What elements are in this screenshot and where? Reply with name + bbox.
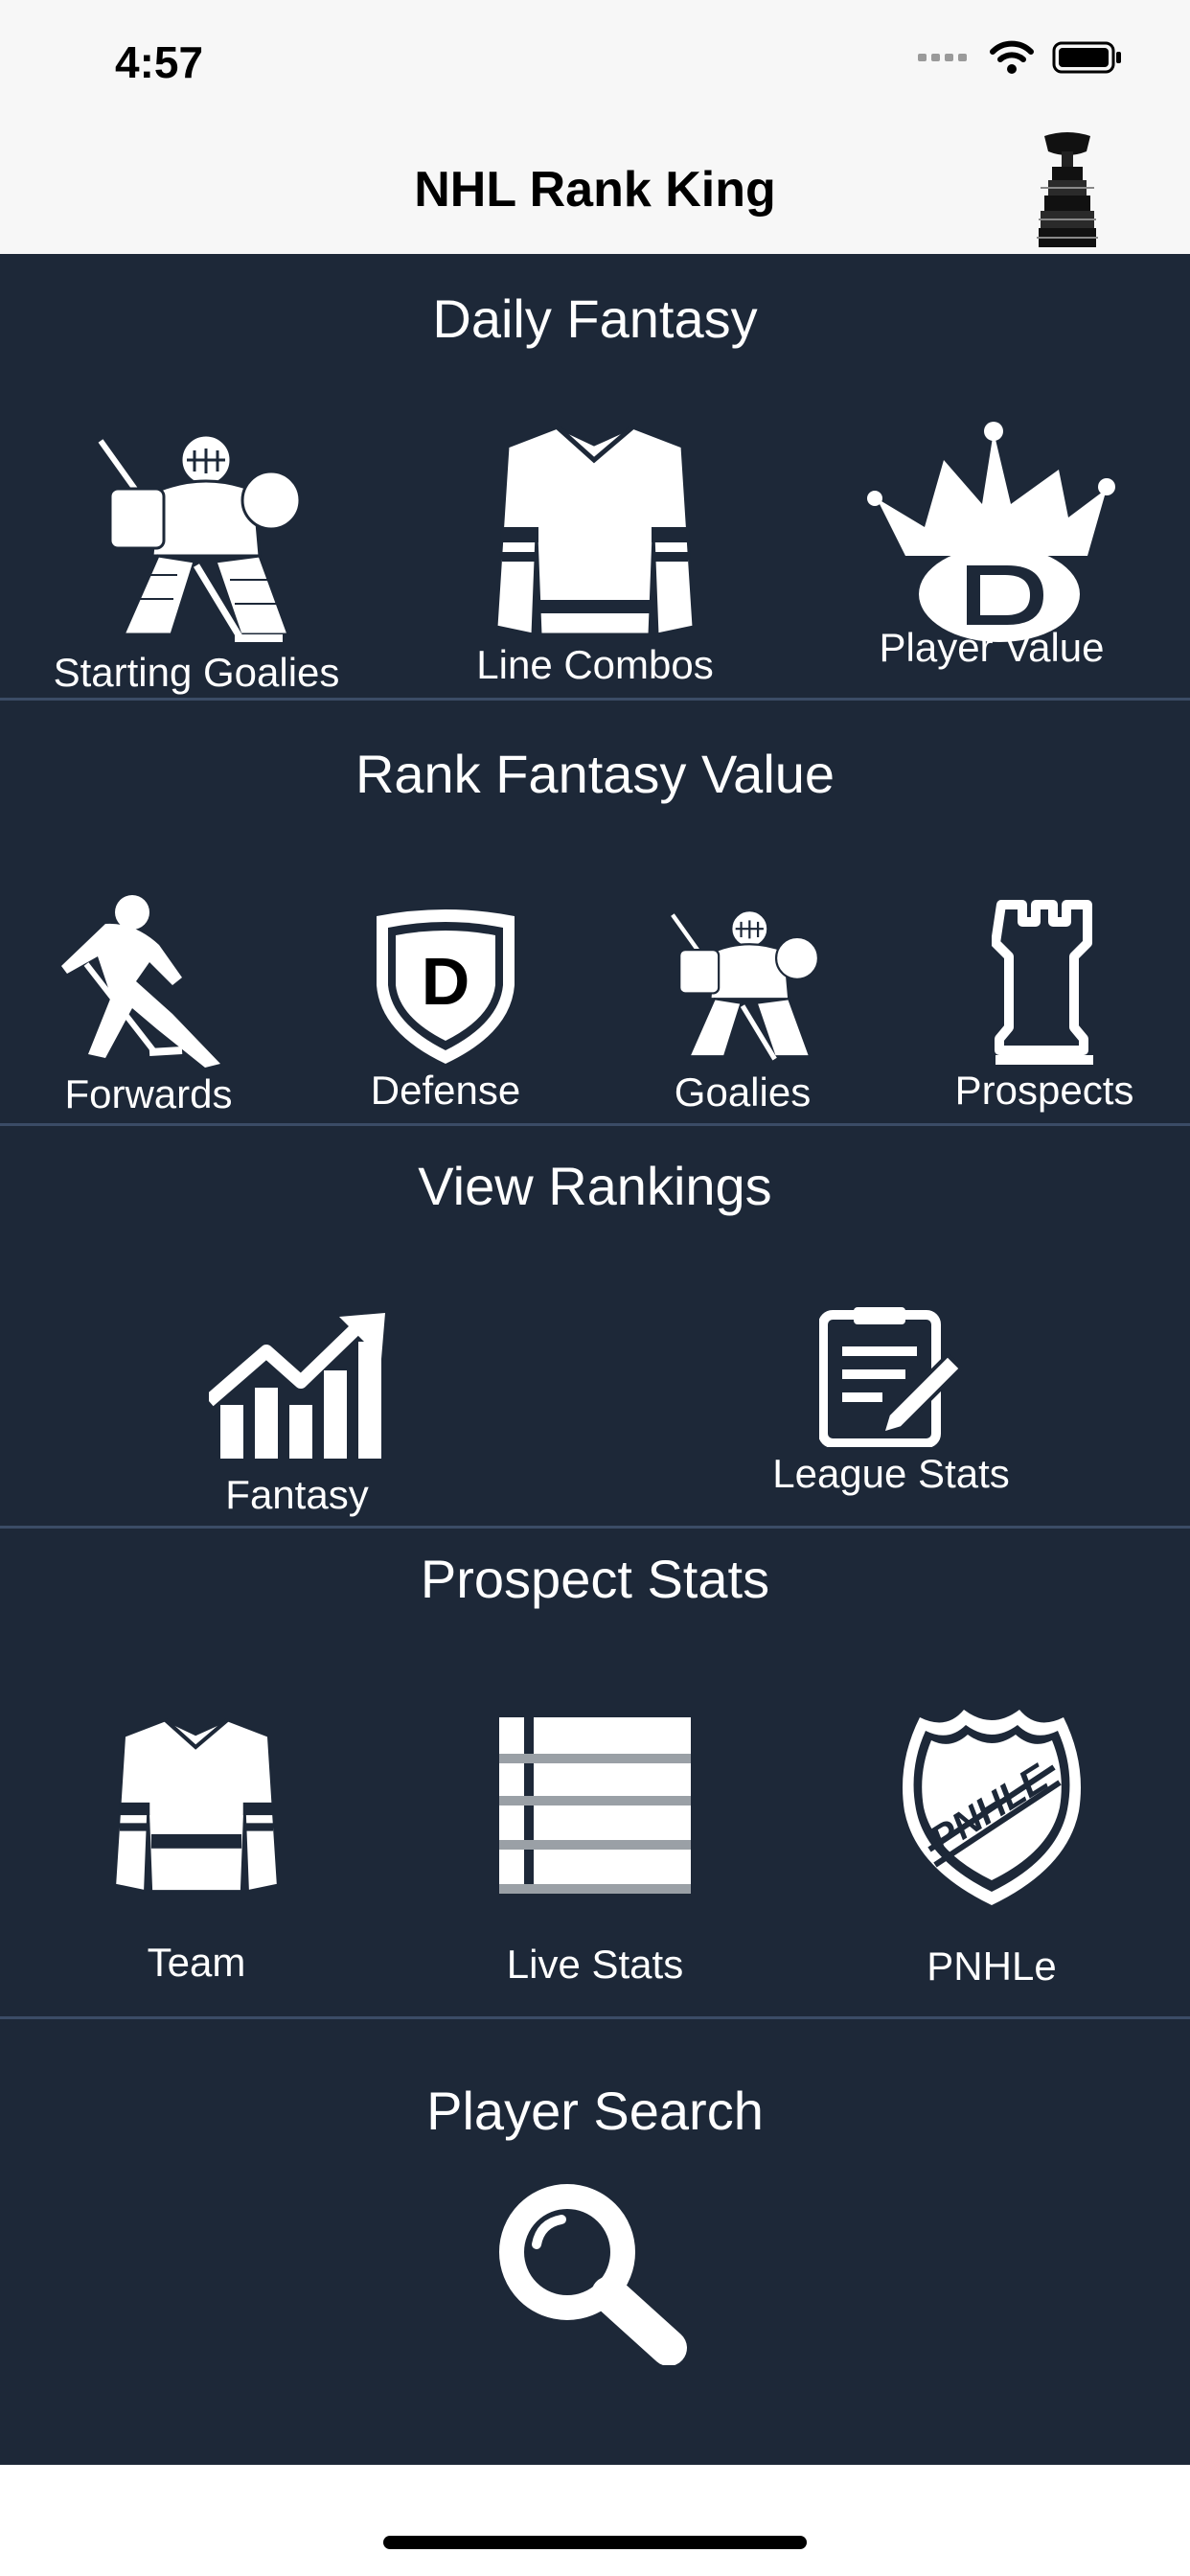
tile-league-stats[interactable]: League Stats xyxy=(738,1305,1044,1497)
skater-icon xyxy=(61,895,220,1068)
section-divider xyxy=(0,1123,1190,1126)
section-title-view-rankings: View Rankings xyxy=(418,1156,772,1216)
tile-label: Defense xyxy=(370,1068,521,1113)
signal-icon xyxy=(918,54,967,61)
section-title-player-search: Player Search xyxy=(426,2081,764,2141)
tile-label: Player Value xyxy=(879,625,1105,670)
player-search-button[interactable] xyxy=(498,2183,690,2365)
battery-icon xyxy=(1052,41,1121,74)
goalie-icon xyxy=(98,433,302,642)
section-title-daily-fantasy: Daily Fantasy xyxy=(432,288,758,349)
defense-badge-text: D xyxy=(422,944,470,1019)
tile-team[interactable]: Team xyxy=(48,1715,345,1986)
tile-label: Forwards xyxy=(64,1071,233,1116)
tile-label: Live Stats xyxy=(506,1942,684,1987)
tile-pnhle[interactable]: PNHLE PNHLe xyxy=(843,1706,1140,1990)
tile-label: Line Combos xyxy=(476,642,714,687)
wifi-icon xyxy=(990,40,1034,74)
chess-rook-icon xyxy=(992,900,1093,1065)
tile-starting-goalies[interactable]: Starting Goalies xyxy=(38,422,355,696)
section-divider xyxy=(0,1526,1190,1529)
section-divider xyxy=(0,698,1190,701)
tile-label: League Stats xyxy=(772,1451,1010,1496)
draftkings-crown-icon xyxy=(867,422,1115,642)
stanley-cup-icon[interactable] xyxy=(1031,130,1104,249)
section-divider xyxy=(0,2016,1190,2019)
list-icon xyxy=(499,1717,691,1894)
jersey-icon xyxy=(494,426,696,636)
tile-live-stats[interactable]: Live Stats xyxy=(446,1717,744,1988)
search-icon xyxy=(499,2184,687,2365)
section-title-rank-fantasy-value: Rank Fantasy Value xyxy=(355,744,835,804)
defense-shield-icon: D xyxy=(377,909,515,1064)
status-bar: 4:57 xyxy=(0,0,1190,125)
status-icons xyxy=(918,40,1123,75)
tile-forwards[interactable]: Forwards xyxy=(10,889,287,1117)
tile-defense[interactable]: D Defense xyxy=(326,908,565,1114)
home-area xyxy=(0,2465,1190,2576)
tile-label: Fantasy xyxy=(225,1472,369,1517)
tile-fantasy-rankings[interactable]: Fantasy xyxy=(153,1313,441,1518)
goalie-icon xyxy=(671,909,820,1061)
tile-label: Team xyxy=(147,1940,246,1985)
tile-prospects[interactable]: Prospects xyxy=(925,899,1164,1114)
section-title-prospect-stats: Prospect Stats xyxy=(420,1549,770,1609)
clipboard-edit-icon xyxy=(819,1307,963,1447)
home-indicator[interactable] xyxy=(383,2536,807,2549)
jersey-icon xyxy=(113,1718,280,1893)
pnhle-shield-icon: PNHLE xyxy=(903,1710,1081,1905)
tile-player-value[interactable]: Player Value xyxy=(843,422,1140,671)
tile-label: Prospects xyxy=(954,1068,1134,1113)
page-title: NHL Rank King xyxy=(414,162,776,218)
tile-goalies[interactable]: Goalies xyxy=(632,893,853,1116)
bar-chart-trend-icon xyxy=(209,1313,385,1459)
tile-label: Starting Goalies xyxy=(53,650,340,695)
tile-label: Goalies xyxy=(674,1070,812,1115)
tile-label: PNHLe xyxy=(927,1944,1057,1989)
tile-line-combos[interactable]: Line Combos xyxy=(446,422,744,688)
status-time: 4:57 xyxy=(115,37,204,87)
nav-bar: NHL Rank King xyxy=(0,125,1190,254)
